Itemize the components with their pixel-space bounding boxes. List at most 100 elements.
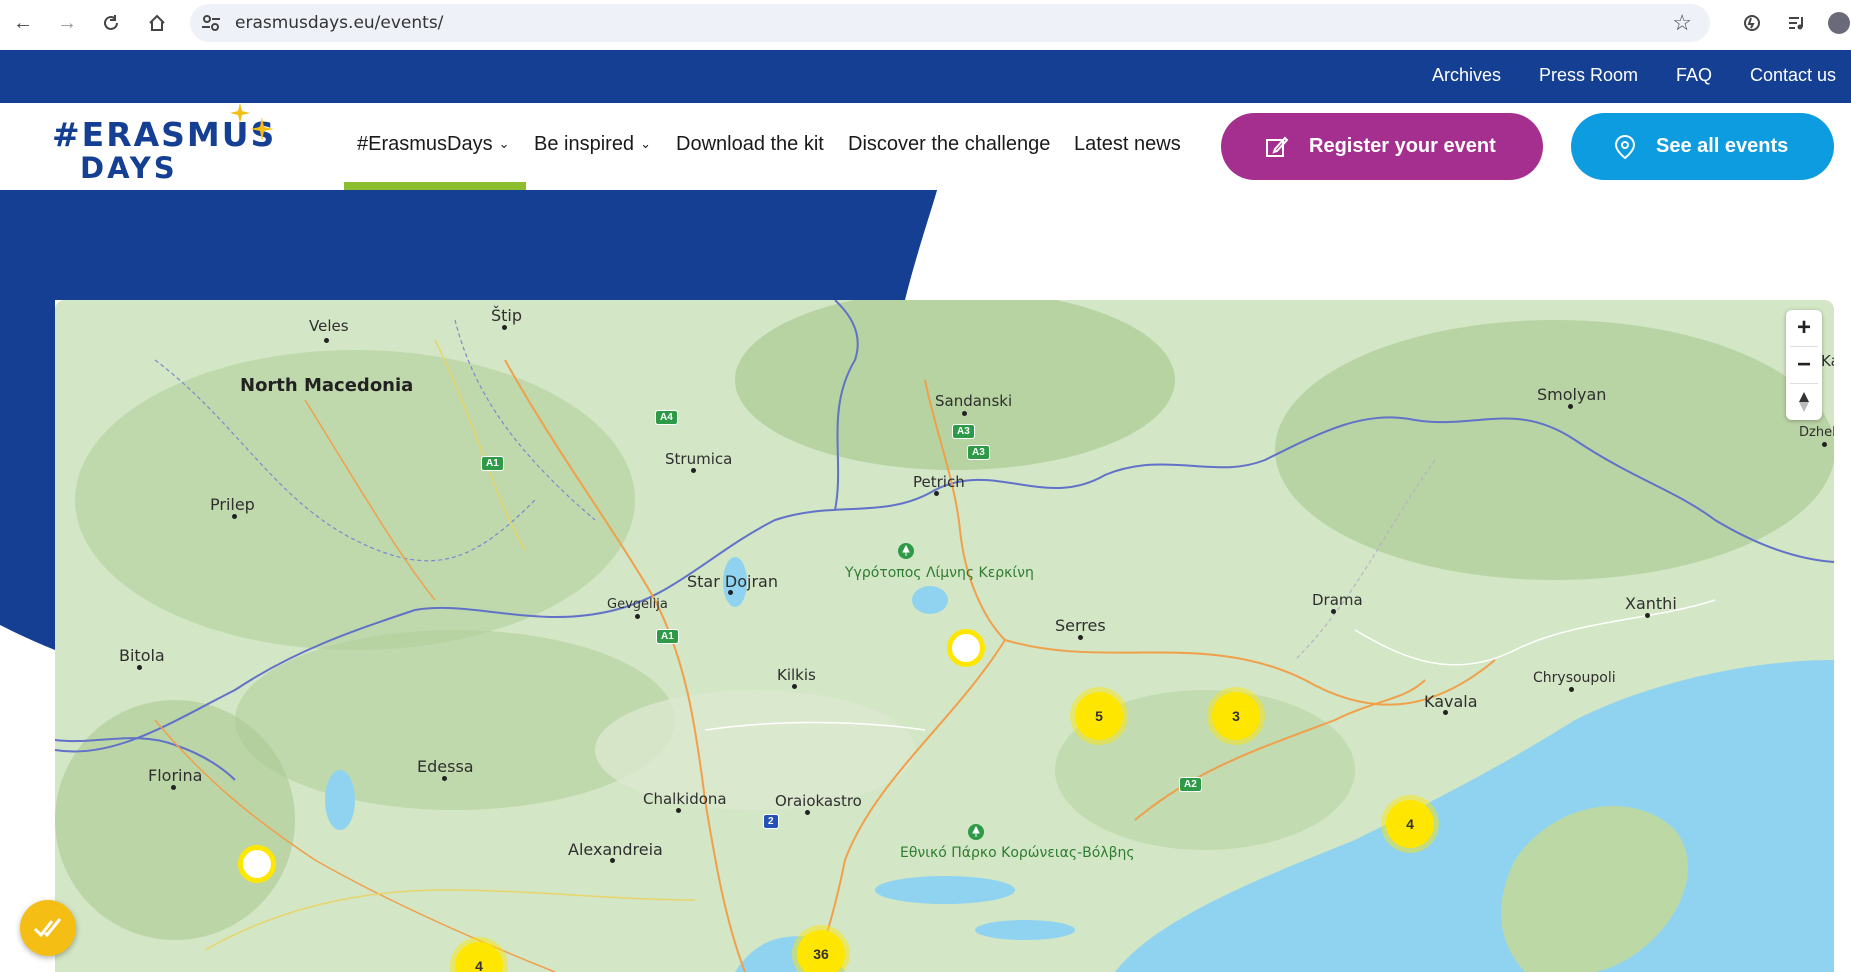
road-shield-a3-second: A3 [967, 445, 990, 460]
chevron-down-icon: ⌄ [498, 136, 510, 151]
event-cluster[interactable]: 5 [1075, 692, 1123, 740]
cookie-consent-button[interactable] [20, 900, 76, 956]
place-dot [1331, 609, 1336, 614]
event-cluster[interactable]: 36 [797, 930, 845, 972]
event-marker[interactable] [238, 845, 276, 883]
zoom-in-button[interactable]: + [1786, 310, 1822, 346]
event-marker[interactable] [947, 629, 985, 667]
nav-be-inspired[interactable]: Be inspired ⌄ [534, 133, 651, 156]
place-dot [502, 325, 507, 330]
place-stip: Štip [491, 306, 523, 325]
place-dot [962, 411, 967, 416]
road-shield-a2: A2 [1179, 777, 1202, 792]
location-pin-icon [1614, 134, 1636, 160]
place-dot [1078, 635, 1083, 640]
place-dot [792, 684, 797, 689]
place-petrich: Petrich [913, 473, 965, 491]
place-kavala: Kavala [1424, 692, 1478, 711]
logo-text-line2: DAYS [80, 151, 178, 185]
register-event-label: Register your event [1309, 135, 1496, 157]
nav-erasmusdays-label: #ErasmusDays [357, 133, 493, 155]
event-cluster[interactable]: 4 [1386, 800, 1434, 848]
back-icon[interactable]: ← [8, 8, 38, 38]
profile-avatar[interactable] [1826, 8, 1851, 38]
map-zoom-controls: + − [1786, 310, 1822, 420]
place-dot [137, 665, 142, 670]
press-room-link[interactable]: Press Room [1539, 65, 1638, 86]
media-control-icon[interactable] [1782, 8, 1812, 38]
place-north-macedonia: North Macedonia [240, 375, 414, 396]
place-dot [934, 491, 939, 496]
url-text[interactable]: erasmusdays.eu/events/ [235, 13, 443, 33]
place-dot [232, 514, 237, 519]
park-icon [898, 543, 914, 559]
place-dot [1568, 404, 1573, 409]
place-dot [442, 776, 447, 781]
place-dot [635, 614, 640, 619]
place-smolyan: Smolyan [1537, 385, 1607, 404]
place-chrysoupoli: Chrysoupoli [1533, 670, 1616, 686]
archives-link[interactable]: Archives [1432, 65, 1501, 86]
road-shield-2: 2 [763, 814, 779, 829]
place-chalkidona: Chalkidona [643, 790, 727, 808]
place-xanthi: Xanthi [1625, 594, 1677, 613]
place-bitola: Bitola [119, 646, 165, 665]
place-dot [676, 808, 681, 813]
place-ethniko-parko: Εθνικό Πάρκο Κορώνειας-Βόλβης [900, 845, 1135, 861]
place-star-dojran: Star Dojran [687, 572, 778, 591]
site-info-icon[interactable] [200, 12, 222, 34]
home-icon[interactable] [142, 8, 172, 38]
faq-link[interactable]: FAQ [1676, 65, 1712, 86]
place-dot [1822, 442, 1827, 447]
nav-erasmusdays[interactable]: #ErasmusDays ⌄ [357, 133, 510, 156]
register-event-button[interactable]: Register your event [1221, 113, 1543, 180]
bookmark-star-icon[interactable]: ☆ [1672, 10, 1692, 36]
address-bar[interactable]: erasmusdays.eu/events/ ☆ [190, 4, 1710, 42]
contact-us-link[interactable]: Contact us [1750, 65, 1836, 86]
place-dot [1645, 613, 1650, 618]
zoom-out-button[interactable]: − [1786, 347, 1822, 383]
place-florina: Florina [148, 766, 203, 785]
sparkle-icon [230, 103, 274, 141]
extension-icon[interactable] [1737, 8, 1767, 38]
place-dot [1569, 687, 1574, 692]
nav-discover-challenge[interactable]: Discover the challenge [848, 133, 1050, 156]
event-cluster[interactable]: 3 [1212, 692, 1260, 740]
events-map[interactable]: Veles Štip North Macedonia Prilep Strumi… [55, 300, 1834, 972]
road-shield-a4: A4 [655, 410, 678, 425]
reload-icon[interactable] [96, 8, 126, 38]
see-all-events-button[interactable]: See all events [1571, 113, 1834, 180]
place-strumica: Strumica [665, 450, 733, 468]
place-gevgelija: Gevgelija [607, 597, 668, 612]
park-icon [968, 824, 984, 840]
place-ygrotopos: Υγρότοπος Λίμνης Κερκίνη [845, 565, 1034, 581]
place-alexandreia: Alexandreia [568, 840, 663, 859]
road-shield-a1: A1 [481, 456, 504, 471]
place-dot [324, 338, 329, 343]
site-header: #ERASMUS DAYS #ErasmusDays ⌄ Be inspired ⌄… [0, 103, 1851, 190]
place-serres: Serres [1055, 616, 1106, 635]
nav-be-inspired-label: Be inspired [534, 133, 635, 155]
checkmarks-icon [33, 918, 62, 938]
place-veles: Veles [309, 317, 349, 335]
nav-download-kit[interactable]: Download the kit [676, 133, 824, 156]
place-ka: Ka [1821, 352, 1834, 370]
browser-toolbar: ← → erasmusdays.eu/events/ ☆ [0, 0, 1851, 51]
compass-icon [1799, 392, 1809, 412]
active-nav-indicator [344, 182, 526, 190]
place-oraiokastro: Oraiokastro [775, 792, 862, 810]
place-edessa: Edessa [417, 757, 474, 776]
utility-bar: Archives Press Room FAQ Contact us [0, 50, 1851, 103]
place-sandanski: Sandanski [935, 392, 1013, 410]
chevron-down-icon: ⌄ [640, 136, 651, 151]
place-drama: Drama [1312, 591, 1363, 609]
place-dot [171, 785, 176, 790]
nav-latest-news[interactable]: Latest news [1074, 133, 1181, 156]
place-dzhe: Dzhel [1799, 425, 1834, 440]
compass-reset-button[interactable] [1786, 384, 1822, 420]
place-dot [1443, 710, 1448, 715]
place-dot [728, 590, 733, 595]
road-shield-a3: A3 [952, 424, 975, 439]
place-dot [610, 858, 615, 863]
forward-icon[interactable]: → [52, 8, 82, 38]
